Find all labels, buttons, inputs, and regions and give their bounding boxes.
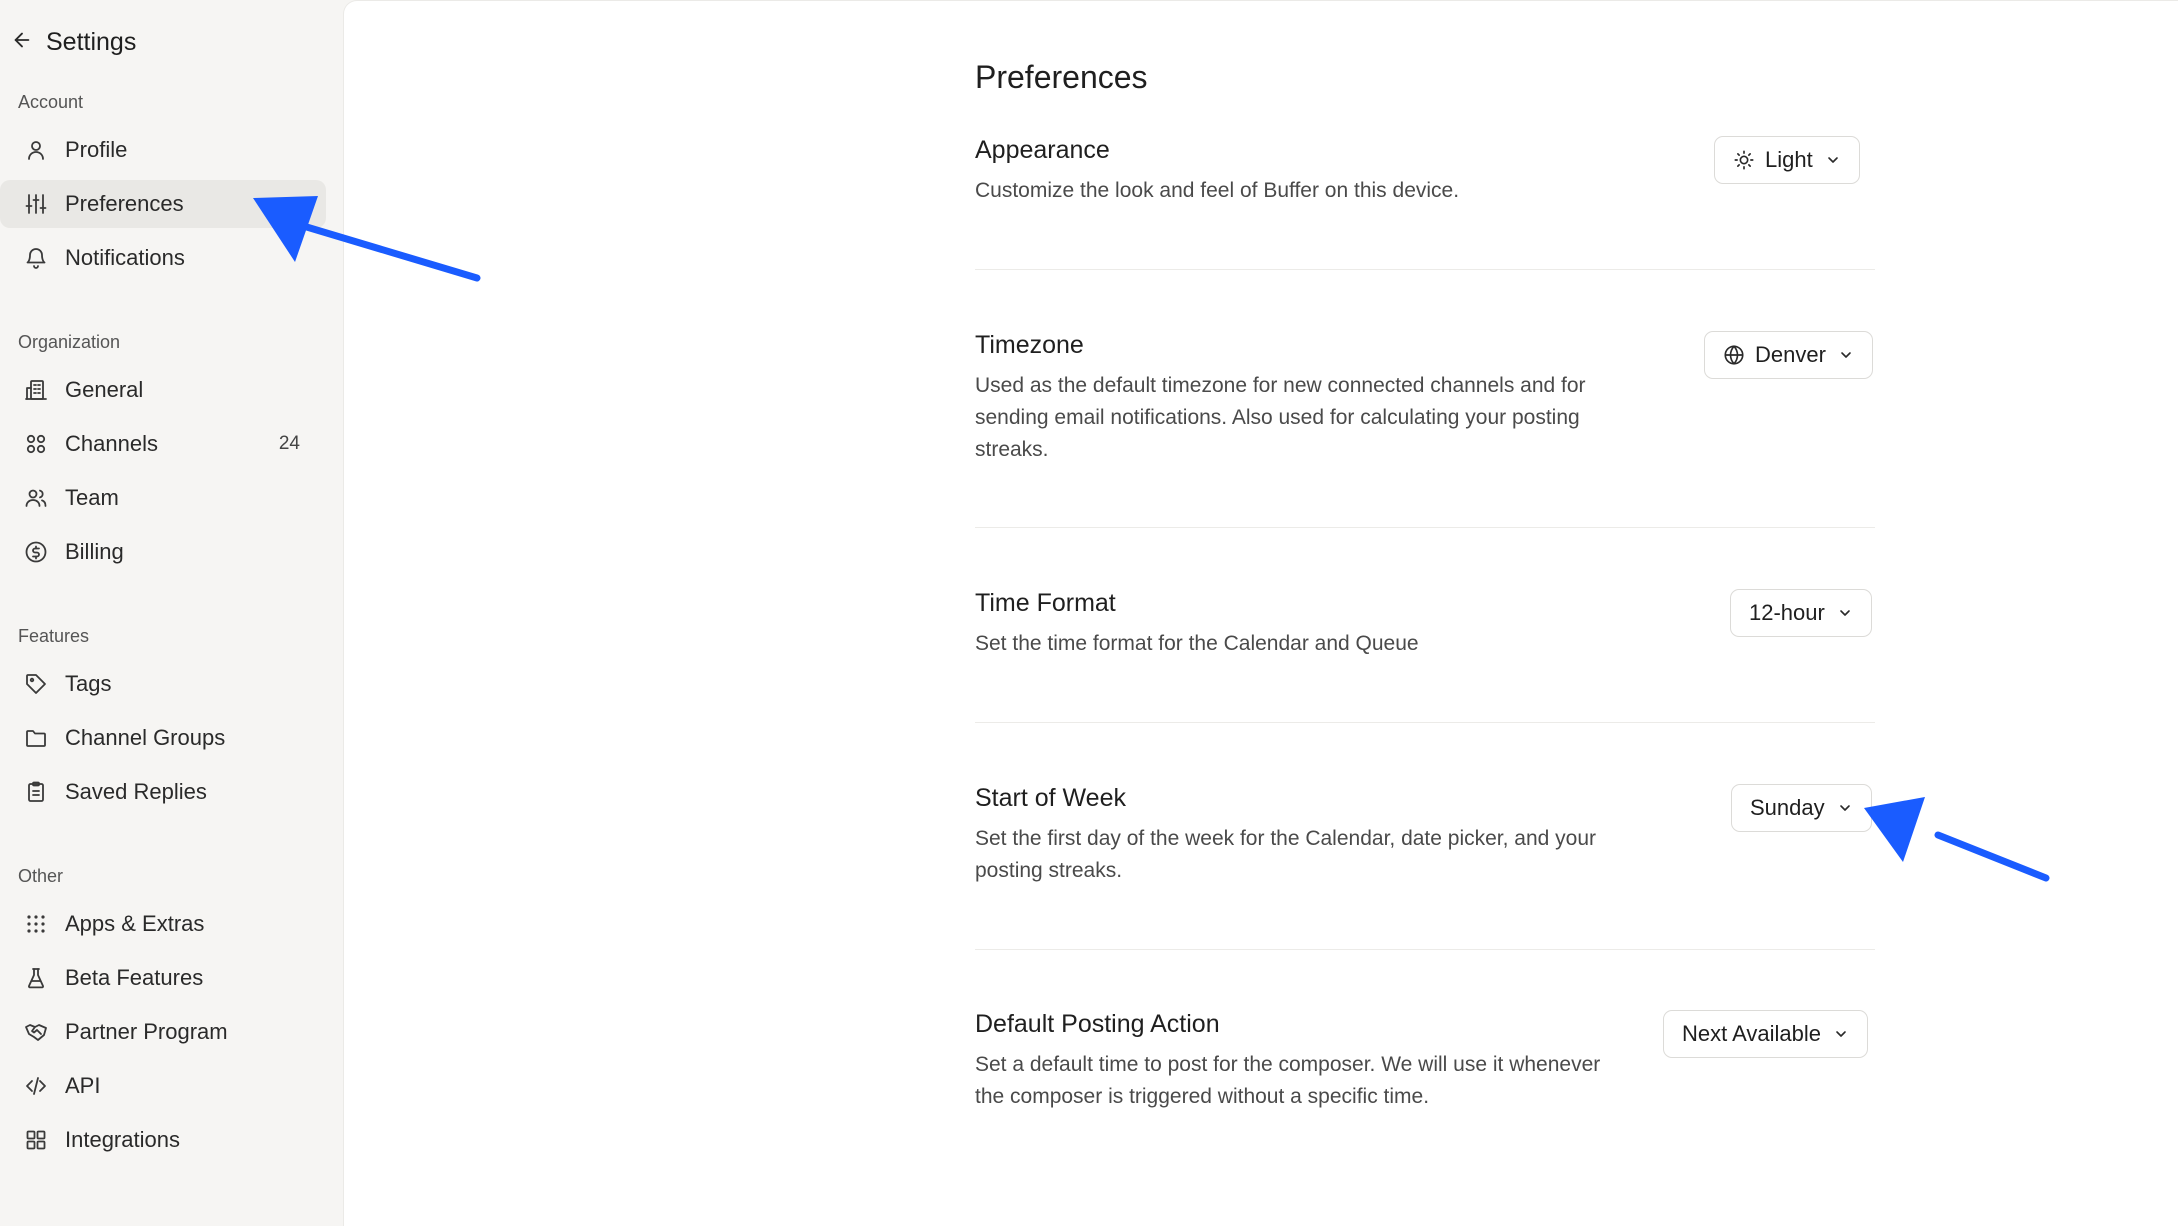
sidebar-item-beta-features[interactable]: Beta Features [0,954,326,1002]
user-icon [23,137,49,163]
sidebar-item-label: Saved Replies [65,779,207,804]
chevron-down-icon [1833,1026,1849,1042]
sidebar-item-general[interactable]: General [0,366,326,414]
dots-grid-icon [23,911,49,937]
chevron-down-icon [1837,800,1853,816]
sidebar-item-label: General [65,377,144,402]
sidebar-item-label: Partner Program [65,1019,228,1044]
sidebar-item-integrations[interactable]: Integrations [0,1116,326,1164]
globe-icon [1723,344,1745,366]
sidebar-item-label: Team [65,485,119,510]
section-divider [975,722,1875,723]
code-icon [23,1073,49,1099]
clipboard-icon [23,779,49,805]
dollar-circle-icon [23,539,49,565]
appearance-dropdown[interactable]: Light [1714,136,1860,184]
section-label-other: Other [18,866,64,886]
appearance-value: Light [1765,147,1813,172]
sidebar-item-channels[interactable]: Channels 24 [0,420,326,468]
sliders-icon [23,191,49,217]
start-of-week-value: Sunday [1750,795,1825,820]
section-label-account: Account [18,92,84,112]
chevron-down-icon [1837,605,1853,621]
handshake-icon [23,1019,49,1045]
sidebar-item-api[interactable]: API [0,1062,326,1110]
chevron-down-icon [1838,347,1854,363]
section-divider [975,949,1875,950]
default-posting-action-value: Next Available [1682,1021,1822,1046]
grid-circles-icon [23,431,49,457]
sidebar-item-saved-replies[interactable]: Saved Replies [0,768,326,816]
setting-description: Used as the default timezone for new con… [975,374,1586,461]
flask-icon [23,965,49,991]
section-label-organization: Organization [18,332,121,352]
channels-count-badge: 24 [278,433,300,454]
sidebar-item-tags[interactable]: Tags [0,660,326,708]
sidebar-item-label: API [65,1073,101,1098]
sidebar-item-label: Apps & Extras [65,911,205,936]
sidebar-item-label: Tags [65,671,112,696]
sidebar-item-partner-program[interactable]: Partner Program [0,1008,326,1056]
sidebar-item-label: Preferences [65,191,184,216]
sidebar-item-preferences[interactable]: Preferences [0,180,326,228]
setting-description: Set the time format for the Calendar and… [975,632,1419,655]
sidebar-item-label: Integrations [65,1127,180,1152]
section-divider [975,269,1875,270]
back-button[interactable] [6,26,38,58]
tag-icon [23,671,49,697]
sidebar-item-label: Profile [65,137,128,162]
preferences-panel: Preferences Appearance Customize the loo… [343,0,2178,1226]
sun-icon [1733,149,1755,171]
sidebar-item-label: Channel Groups [65,725,226,750]
sidebar-item-notifications[interactable]: Notifications [0,234,326,282]
sidebar-header: Settings [0,18,343,66]
page-title: Preferences [975,59,1148,95]
sidebar-item-team[interactable]: Team [0,474,326,522]
sidebar-item-label: Channels [65,431,158,456]
timezone-dropdown[interactable]: Denver [1704,331,1873,379]
setting-description: Set the first day of the week for the Ca… [975,827,1597,882]
default-posting-action-dropdown[interactable]: Next Available [1663,1010,1869,1058]
settings-sidebar: Settings Account Profile Preferences Not… [0,0,343,1226]
start-of-week-dropdown[interactable]: Sunday [1731,784,1872,832]
building-icon [23,377,49,403]
setting-description: Customize the look and feel of Buffer on… [975,179,1460,202]
arrow-left-icon [11,29,33,56]
users-icon [23,485,49,511]
time-format-value: 12-hour [1749,600,1825,625]
sidebar-item-label: Beta Features [65,965,204,990]
time-format-dropdown[interactable]: 12-hour [1730,589,1872,637]
sidebar-item-billing[interactable]: Billing [0,528,326,576]
bell-icon [23,245,49,271]
folder-icon [23,725,49,751]
apps-grid-icon [23,1127,49,1153]
section-label-features: Features [18,626,90,646]
setting-description: Set a default time to post for the compo… [975,1053,1601,1108]
sidebar-item-channel-groups[interactable]: Channel Groups [0,714,326,762]
sidebar-title: Settings [46,27,137,56]
section-divider [975,527,1875,528]
timezone-value: Denver [1755,342,1826,367]
sidebar-item-apps-extras[interactable]: Apps & Extras [0,900,326,948]
sidebar-item-label: Notifications [65,245,185,270]
sidebar-item-profile[interactable]: Profile [0,126,326,174]
sidebar-item-label: Billing [65,539,124,564]
chevron-down-icon [1825,152,1841,168]
